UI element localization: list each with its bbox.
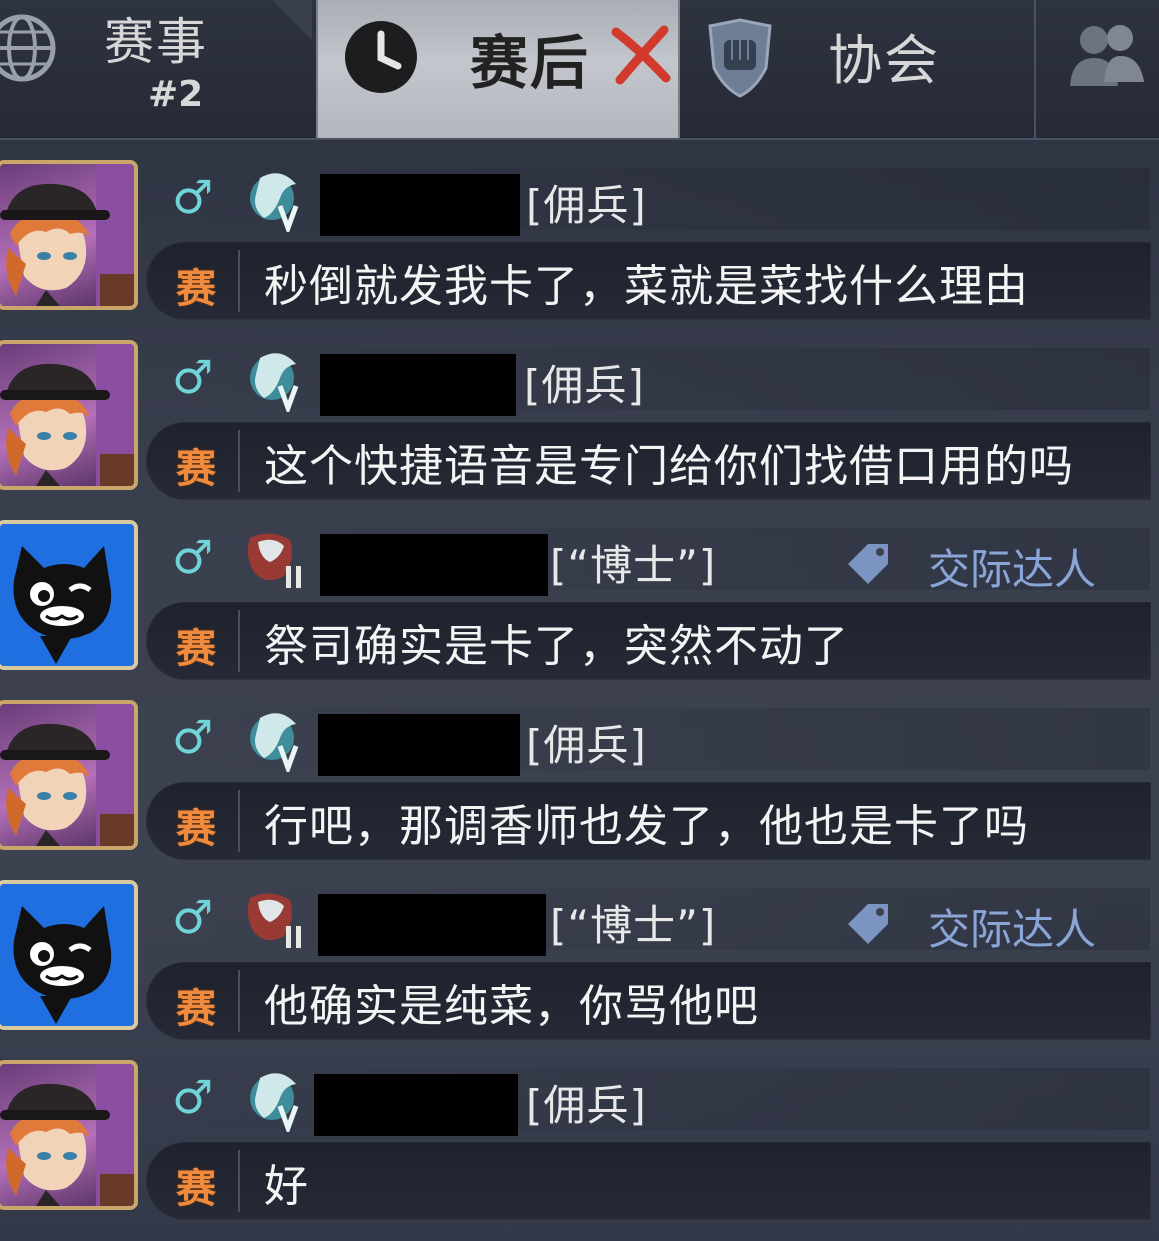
message-text: 这个快捷语音是专门给你们找借口用的吗 [264,441,1074,492]
chuuya-portrait [0,344,134,486]
cat-portrait [0,524,134,666]
message-text: 秒倒就发我卡了，菜就是菜找什么理由 [264,261,1029,312]
close-icon[interactable] [606,20,676,90]
redacted-username [320,354,516,416]
tab-guild[interactable]: 协会 [684,0,1036,138]
rank-badge-v [250,353,299,412]
chuuya-avatar[interactable] [0,700,138,850]
player-role: [“博士”] [550,901,717,950]
player-role: [佣兵] [526,721,647,770]
message-header: ♂ [佣兵] [150,344,1150,416]
tab-guild-label: 协会 [828,29,940,92]
tag-icon [848,904,888,944]
tab-bar: 赛事 #2 赛后 协会 [0,0,1159,140]
people-icon [1070,25,1144,86]
tab-events[interactable]: 赛事 #2 [0,0,312,138]
message-header: ♂ [佣兵] [150,704,1150,776]
cat-portrait [0,884,134,1026]
channel-separator [238,790,240,852]
message-text: 行吧，那调香师也发了，他也是卡了吗 [264,801,1029,852]
chat-message: ♂ [佣兵] 赛 秒倒就发我卡了，菜就是菜找什么理由 [0,142,1159,322]
channel-separator [238,610,240,672]
chuuya-portrait [0,164,134,306]
channel-separator [238,430,240,492]
redacted-username [320,534,548,596]
channel-separator [238,250,240,312]
message-text: 他确实是纯菜，你骂他吧 [264,981,759,1032]
message-header: ♂ [佣兵] [150,164,1150,236]
male-icon: ♂ [172,710,214,764]
message-bubble: 赛 好 [146,1142,1151,1220]
player-role: [“博士”] [550,541,717,590]
message-bubble: 赛 行吧，那调香师也发了，他也是卡了吗 [146,782,1151,860]
message-text: 好 [264,1161,309,1212]
fist-shield-icon [708,18,772,98]
male-icon: ♂ [172,1070,214,1124]
redacted-username [320,174,520,236]
channel-tag: 赛 [176,446,216,492]
message-bubble: 赛 这个快捷语音是专门给你们找借口用的吗 [146,422,1151,500]
chuuya-avatar[interactable] [0,1060,138,1210]
chuuya-avatar[interactable] [0,160,138,310]
rank-badge-v [250,173,299,232]
channel-tag: 赛 [176,626,216,672]
tab-friends[interactable] [1040,0,1159,138]
male-icon: ♂ [172,350,214,404]
chuuya-avatar[interactable] [0,340,138,490]
channel-separator [238,1150,240,1212]
rank-badge-v [250,1073,299,1132]
tab-post-match[interactable]: 赛后 [316,0,680,138]
channel-tag: 赛 [176,806,216,852]
rank-badge-ii [247,893,301,948]
chat-message: ♂ [佣兵] 赛 行吧，那调香师也发了，他也是卡了吗 [0,682,1159,862]
male-icon: ♂ [172,530,214,584]
message-header: ♂ [“博士”] 交际达人 [150,884,1150,956]
chat-message: ♂ [“博士”] 交际达人 赛 他确实是纯菜，你骂他吧 [0,862,1159,1042]
message-header: ♂ [“博士”] 交际达人 [150,524,1150,596]
chuuya-portrait [0,1064,134,1206]
tab-events-label: 赛事 [104,13,208,71]
player-role: [佣兵] [524,361,645,410]
title-tag: 交际达人 [928,545,1097,594]
message-text: 祭司确实是卡了，突然不动了 [264,621,849,672]
tag-icon [848,544,888,584]
message-bubble: 赛 祭司确实是卡了，突然不动了 [146,602,1151,680]
message-header: ♂ [佣兵] [150,1064,1150,1136]
rank-badge-v [250,713,299,772]
channel-separator [238,970,240,1032]
redacted-username [318,714,520,776]
header-backdrop [170,708,1150,770]
chat-list[interactable]: ♂ [佣兵] 赛 秒倒就发我卡了，菜就是菜找什么理由 ♂ [佣兵] 赛 这个快捷… [0,142,1159,1241]
rank-badge-ii [247,533,301,588]
cat-avatar[interactable] [0,520,138,670]
channel-tag: 赛 [176,266,216,312]
chat-message: ♂ [佣兵] 赛 这个快捷语音是专门给你们找借口用的吗 [0,322,1159,502]
male-icon: ♂ [172,170,214,224]
male-icon: ♂ [172,890,214,944]
redacted-username [314,1074,518,1136]
redacted-username [318,894,546,956]
channel-tag: 赛 [176,986,216,1032]
header-backdrop [170,168,1150,230]
title-tag: 交际达人 [928,905,1097,954]
player-role: [佣兵] [526,1081,647,1130]
chuuya-portrait [0,704,134,846]
header-backdrop [170,348,1150,410]
clock-icon [345,21,417,93]
message-bubble: 赛 他确实是纯菜，你骂他吧 [146,962,1151,1040]
channel-tag: 赛 [176,1166,216,1212]
tab-corner-ornament [272,0,312,40]
globe-icon [0,14,56,82]
cat-avatar[interactable] [0,880,138,1030]
tab-events-count: #2 [148,74,204,115]
chat-message: ♂ [“博士”] 交际达人 赛 祭司确实是卡了，突然不动了 [0,502,1159,682]
tab-post-match-label: 赛后 [470,29,591,97]
message-bubble: 赛 秒倒就发我卡了，菜就是菜找什么理由 [146,242,1151,320]
chat-message: ♂ [佣兵] 赛 好 [0,1042,1159,1222]
player-role: [佣兵] [526,181,647,230]
